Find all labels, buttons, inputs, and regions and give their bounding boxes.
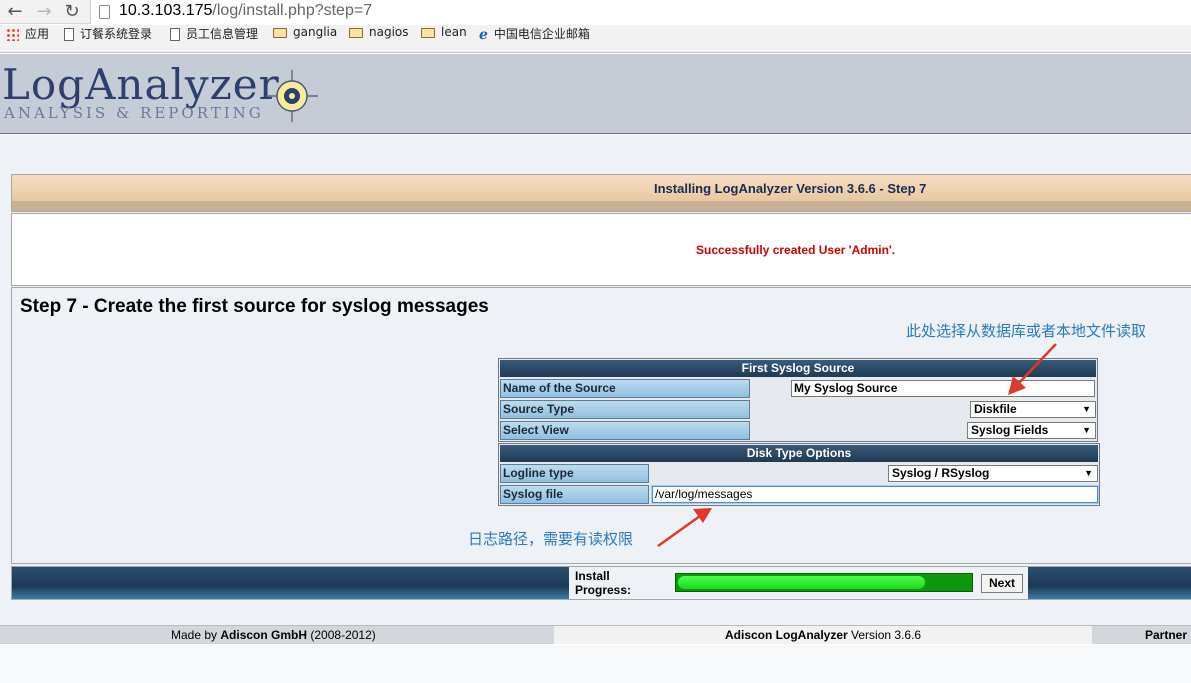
install-progress-row: Install Progress: Next xyxy=(11,566,1191,600)
arrow-to-syslog-file xyxy=(657,508,712,548)
footer-partner-link[interactable]: Partner xyxy=(1145,628,1187,642)
page-bottom-area xyxy=(0,645,1191,683)
install-progress-bar xyxy=(675,573,973,592)
footer-product: Adiscon LogAnalyzer Version 3.6.6 xyxy=(725,628,922,642)
install-progress-label: Install Progress: xyxy=(575,569,632,597)
arrow-to-source-type xyxy=(1008,343,1057,395)
page-footer: Made by Adiscon GmbH (2008-2012) Adiscon… xyxy=(0,625,1191,644)
next-button[interactable]: Next xyxy=(981,574,1023,593)
footer-made-by: Made by Adiscon GmbH (2008-2012) xyxy=(171,628,376,642)
install-progress-fill xyxy=(678,576,925,589)
